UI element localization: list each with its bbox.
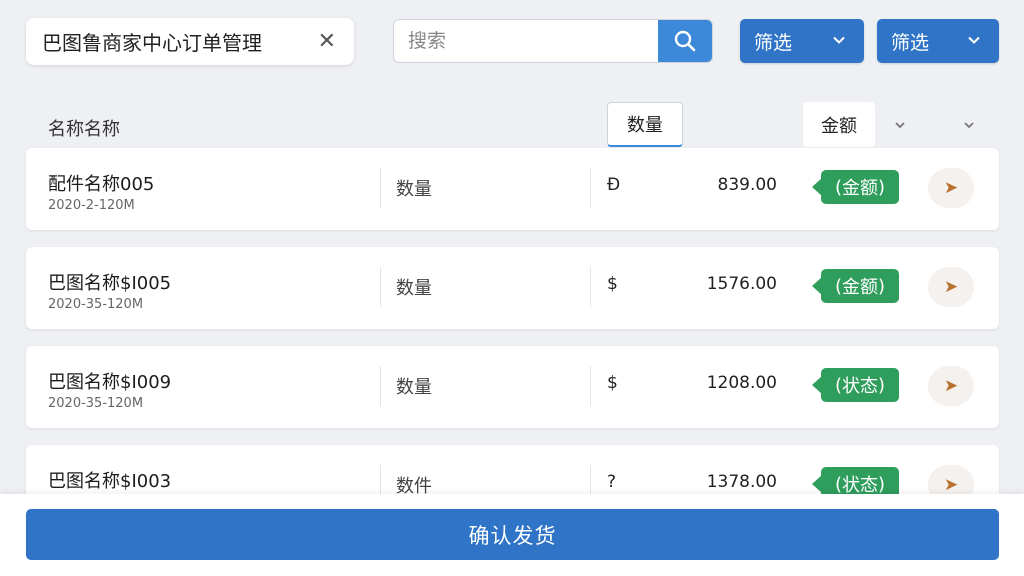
status-badge-label: 金额 — [842, 277, 878, 298]
arrow-right-icon[interactable]: ➤ — [928, 267, 974, 307]
column-header-name[interactable]: 名称名称 — [48, 115, 120, 141]
order-amount: 839.00 — [717, 175, 777, 195]
page-title: 巴图鲁商家中心订单管理 — [42, 31, 262, 55]
confirm-shipment-button[interactable]: 确认发货 — [26, 509, 999, 560]
search-input[interactable] — [394, 20, 658, 62]
order-name: 巴图名称$I009 — [48, 372, 172, 393]
arrow-right-icon[interactable]: ➤ — [928, 168, 974, 208]
column-divider — [380, 267, 381, 307]
status-badge: (状态) — [812, 368, 899, 402]
chevron-down-icon[interactable] — [891, 116, 909, 134]
chevron-down-icon — [968, 36, 980, 44]
order-amount: 1208.00 — [706, 373, 777, 393]
search-box — [393, 19, 713, 63]
search-icon — [674, 30, 696, 52]
order-date: 2020-2-120M — [48, 198, 135, 213]
order-amount: 1378.00 — [706, 472, 777, 492]
table-row[interactable]: 巴图名称$I009 2020-35-120M 数量 $ 1208.00 (状态)… — [26, 346, 999, 428]
order-quantity: 数量 — [396, 377, 432, 398]
table-row[interactable]: 配件名称005 2020-2-120M 数量 Đ 839.00 (金额) ➤ — [26, 148, 999, 230]
filter-button-2[interactable]: 筛选 — [877, 19, 999, 63]
column-header-amount[interactable]: 金额 — [803, 102, 875, 147]
filter-label: 筛选 — [754, 31, 793, 54]
chevron-down-icon — [833, 36, 845, 44]
order-date: 2020-35-120M — [48, 297, 144, 312]
order-name: 配件名称005 — [48, 174, 155, 195]
order-date: 2020-35-120M — [48, 396, 144, 411]
filter-button-1[interactable]: 筛选 — [740, 19, 864, 63]
status-badge: (金额) — [812, 170, 899, 204]
column-divider — [590, 366, 591, 406]
order-currency: $ — [607, 274, 618, 294]
order-amount: 1576.00 — [706, 274, 777, 294]
chevron-down-icon[interactable] — [960, 116, 978, 134]
order-name: 巴图名称$I003 — [48, 471, 172, 492]
footer-bar: 确认发货 — [0, 494, 1024, 576]
status-badge-label: 金额 — [842, 178, 878, 199]
order-quantity: 数量 — [396, 179, 432, 200]
column-divider — [380, 168, 381, 208]
order-currency: Đ — [607, 175, 621, 195]
order-currency: $ — [607, 373, 618, 393]
table-header: 名称名称 数量 金额 — [0, 100, 1024, 150]
order-name: 巴图名称$I005 — [48, 273, 172, 294]
order-quantity: 数量 — [396, 278, 432, 299]
arrow-right-icon[interactable]: ➤ — [928, 366, 974, 406]
column-divider — [590, 267, 591, 307]
close-icon[interactable]: ✕ — [318, 29, 336, 54]
status-badge-label: 状态 — [842, 376, 878, 397]
table-row[interactable]: 巴图名称$I005 2020-35-120M 数量 $ 1576.00 (金额)… — [26, 247, 999, 329]
order-currency: ? — [607, 472, 617, 492]
status-badge: (金额) — [812, 269, 899, 303]
title-chip: 巴图鲁商家中心订单管理 ✕ — [26, 18, 354, 65]
column-header-quantity[interactable]: 数量 — [607, 102, 683, 147]
top-bar: 巴图鲁商家中心订单管理 ✕ 筛选 筛选 — [0, 0, 1024, 80]
filter-label: 筛选 — [891, 31, 930, 54]
search-button[interactable] — [658, 20, 712, 62]
column-divider — [590, 168, 591, 208]
column-divider — [380, 366, 381, 406]
